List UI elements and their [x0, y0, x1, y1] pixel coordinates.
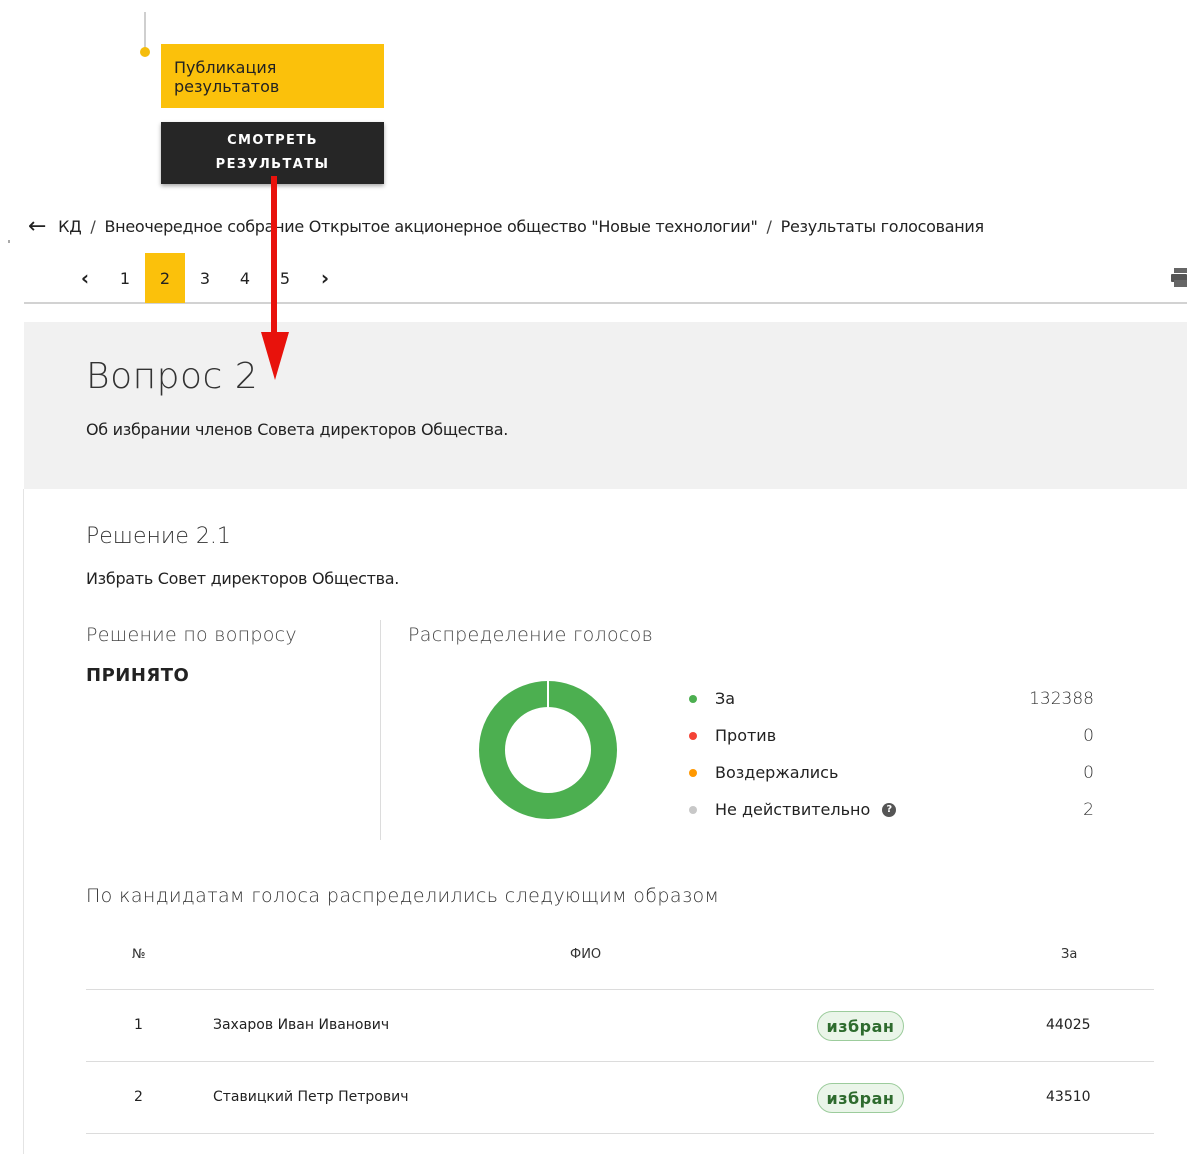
- table-row: 2 Ставицкий Петр Петрович избран 43510: [86, 1062, 1154, 1134]
- question-pager: ‹ 1 2 3 4 5 ›: [24, 253, 1187, 304]
- timeline-line: [144, 12, 146, 50]
- legend-value: 0: [1083, 762, 1094, 783]
- view-results-label-line2: РЕЗУЛЬТАТЫ: [215, 157, 330, 172]
- votes-legend: За 132388 Против 0 Воздержались 0 Не дей…: [686, 680, 1096, 828]
- row-name: Захаров Иван Иванович: [213, 1017, 390, 1033]
- legend-dot: [689, 731, 697, 740]
- legend-row-za: За 132388: [686, 680, 1096, 717]
- page-3[interactable]: 3: [185, 253, 225, 303]
- breadcrumb-separator: /: [766, 216, 772, 236]
- breadcrumb-item-meeting[interactable]: Внеочередное собрание Открытое акционерн…: [105, 217, 758, 236]
- content-left-border: [23, 489, 24, 1154]
- table-header: № ФИО За: [86, 934, 1154, 990]
- row-number: 1: [134, 1017, 143, 1033]
- legend-label: Воздержались: [715, 763, 839, 782]
- row-votes: 43510: [1046, 1089, 1091, 1105]
- table-row: 1 Захаров Иван Иванович избран 44025: [86, 990, 1154, 1062]
- breadcrumb: ← КД / Внеочередное собрание Открытое ак…: [28, 214, 985, 239]
- legend-dot: [689, 805, 697, 814]
- view-results-label-line1: СМОТРЕТЬ: [227, 133, 318, 148]
- page-2[interactable]: 2: [145, 253, 185, 303]
- legend-dot: [689, 768, 697, 777]
- row-name: Ставицкий Петр Петрович: [213, 1089, 409, 1105]
- decision-description: Избрать Совет директоров Общества.: [86, 569, 400, 588]
- candidates-table: № ФИО За 1 Захаров Иван Иванович избран …: [86, 934, 1154, 1134]
- donut-segment-za: [479, 681, 617, 819]
- elected-badge: избран: [817, 1083, 904, 1113]
- timeline-dot: [140, 47, 150, 57]
- breadcrumb-item-kd[interactable]: КД: [58, 217, 82, 236]
- header-number: №: [132, 947, 146, 962]
- stage-publication-results: Публикация результатов: [161, 44, 384, 108]
- header-votes: За: [1061, 947, 1078, 962]
- votes-donut-chart: [479, 681, 617, 819]
- legend-value: 2: [1083, 799, 1094, 820]
- chevron-left-icon[interactable]: ‹: [65, 253, 105, 303]
- legend-label: За: [715, 689, 736, 708]
- page-4[interactable]: 4: [225, 253, 265, 303]
- legend-value: 132388: [1029, 688, 1094, 709]
- legend-value: 0: [1083, 725, 1094, 746]
- print-icon[interactable]: [1171, 268, 1187, 288]
- elected-badge: избран: [817, 1011, 904, 1041]
- legend-label: Не действительно: [715, 800, 871, 819]
- decision-title: Решение 2.1: [86, 524, 231, 549]
- decision-result-label: Решение по вопросу: [86, 624, 297, 646]
- view-results-button[interactable]: СМОТРЕТЬ РЕЗУЛЬТАТЫ: [161, 122, 384, 184]
- page-1[interactable]: 1: [105, 253, 145, 303]
- distribution-title: Распределение голосов: [408, 624, 654, 646]
- decision-result-value: ПРИНЯТО: [86, 665, 190, 686]
- left-marker: [8, 240, 10, 243]
- header-name: ФИО: [570, 947, 602, 962]
- legend-label: Против: [715, 726, 777, 745]
- stage-label: Публикация результатов: [174, 58, 280, 96]
- help-icon[interactable]: ?: [882, 802, 897, 817]
- row-number: 2: [134, 1089, 143, 1105]
- legend-dot: [689, 694, 697, 703]
- breadcrumb-separator: /: [90, 216, 96, 236]
- arrow-left-icon[interactable]: ←: [28, 214, 46, 239]
- legend-row-abstained: Воздержались 0: [686, 754, 1096, 791]
- question-header: Вопрос 2 Об избрании членов Совета дирек…: [24, 322, 1187, 489]
- legend-row-invalid: Не действительно ? 2: [686, 791, 1096, 828]
- question-description: Об избрании членов Совета директоров Общ…: [86, 420, 509, 439]
- page-5[interactable]: 5: [265, 253, 305, 303]
- section-divider: [380, 620, 381, 840]
- legend-row-protiv: Против 0: [686, 717, 1096, 754]
- candidates-title: По кандидатам голоса распределились след…: [86, 885, 720, 907]
- question-title: Вопрос 2: [86, 356, 259, 397]
- row-votes: 44025: [1046, 1017, 1091, 1033]
- breadcrumb-item-results: Результаты голосования: [780, 216, 985, 236]
- chevron-right-icon[interactable]: ›: [305, 253, 345, 303]
